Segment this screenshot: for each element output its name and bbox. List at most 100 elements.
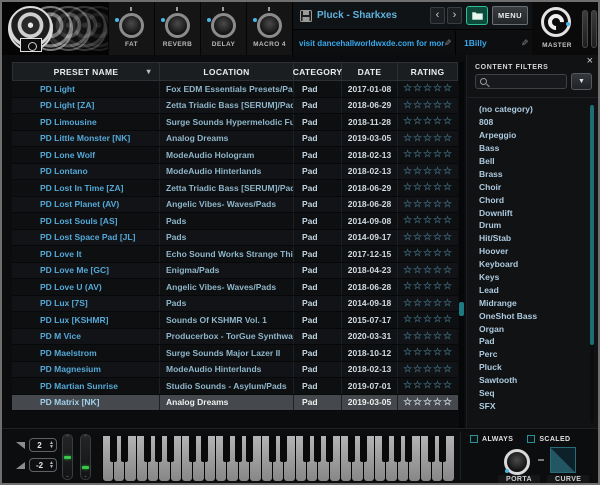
black-key[interactable]	[314, 436, 321, 462]
rating-stars[interactable]: ☆☆☆☆☆	[398, 345, 458, 361]
sidebar-scrollbar-thumb[interactable]	[590, 105, 594, 345]
black-key[interactable]	[394, 436, 401, 462]
table-row[interactable]: PD Little Monster [NK]Analog DreamsPad20…	[12, 131, 458, 148]
bend-up-range-stepper[interactable]: 2 ▲ ▼	[29, 438, 57, 452]
category-filter-item[interactable]: Chord	[467, 193, 588, 206]
scaled-checkbox[interactable]: SCALED	[527, 435, 570, 443]
category-filter-item[interactable]: Perc	[467, 348, 588, 361]
macro-knob-reverb[interactable]: REVERB	[154, 2, 200, 55]
preset-comment-field[interactable]: visit dancehallworldwxde.com for more! ✎	[293, 31, 456, 55]
table-row[interactable]: PD Love U (AV)Angelic Vibes- Waves/PadsP…	[12, 279, 458, 296]
rating-stars[interactable]: ☆☆☆☆☆	[398, 246, 458, 262]
category-filter-item[interactable]: Lead	[467, 283, 588, 296]
master-volume-knob[interactable]	[541, 7, 571, 37]
knob-dial[interactable]	[119, 13, 144, 38]
rating-stars[interactable]: ☆☆☆☆☆	[398, 114, 458, 130]
curve-display[interactable]	[550, 447, 576, 473]
rating-stars[interactable]: ☆☆☆☆☆	[398, 312, 458, 328]
current-preset-name[interactable]: Pluck - Sharkxes	[317, 10, 428, 21]
black-key[interactable]	[235, 436, 242, 462]
column-header-date[interactable]: DATE	[342, 63, 398, 80]
table-scrollbar-thumb[interactable]	[459, 302, 464, 316]
black-key[interactable]	[326, 436, 333, 462]
table-row[interactable]: PD Love ItEcho Sound Works Strange Thing…	[12, 246, 458, 263]
category-filter-item[interactable]: Downlift	[467, 206, 588, 219]
porta-knob[interactable]	[504, 449, 530, 475]
checkbox-icon[interactable]	[470, 435, 478, 443]
table-scrollbar[interactable]	[459, 62, 464, 430]
category-filter-item[interactable]: Hit/Stab	[467, 232, 588, 245]
rating-stars[interactable]: ☆☆☆☆☆	[398, 263, 458, 279]
table-row[interactable]: PD M ViceProducerbox - TorGue SynthwaveP…	[12, 329, 458, 346]
table-row[interactable]: PD MaelstromSurge Sounds Major Lazer IIP…	[12, 345, 458, 362]
column-header-preset-name[interactable]: PRESET NAME ▾	[12, 63, 160, 80]
black-key[interactable]	[246, 436, 253, 462]
category-filter-item[interactable]: Midrange	[467, 296, 588, 309]
table-row[interactable]: PD Lost In Time [ZA]Zetta Triadic Bass […	[12, 180, 458, 197]
category-filter-item[interactable]: Bell	[467, 155, 588, 168]
category-filter-item[interactable]: OneShot Bass	[467, 309, 588, 322]
black-key[interactable]	[110, 436, 117, 462]
table-row[interactable]: PD LimousineSurge Sounds Hypermelodic Fu…	[12, 114, 458, 131]
rating-stars[interactable]: ☆☆☆☆☆	[398, 98, 458, 114]
knob-dial[interactable]	[257, 13, 282, 38]
category-filter-item[interactable]: 808	[467, 116, 588, 129]
category-filter-item[interactable]: SFX	[467, 399, 588, 412]
pitch-wheel[interactable]: ⌃ ⌄	[62, 434, 73, 480]
category-filter-item[interactable]: Brass	[467, 167, 588, 180]
category-filter-item[interactable]: Drum	[467, 219, 588, 232]
category-filter-item[interactable]: Pluck	[467, 361, 588, 374]
black-key[interactable]	[280, 436, 287, 462]
category-filter-item[interactable]: Keyboard	[467, 258, 588, 271]
rating-stars[interactable]: ☆☆☆☆☆	[398, 81, 458, 97]
category-filter-item[interactable]: Pad	[467, 335, 588, 348]
table-row[interactable]: PD Martian SunriseStudio Sounds - Asylum…	[12, 378, 458, 395]
filter-dropdown-button[interactable]: ▼	[571, 73, 592, 90]
black-key[interactable]	[144, 436, 151, 462]
black-key[interactable]	[189, 436, 196, 462]
category-filter-item[interactable]: Keys	[467, 271, 588, 284]
piano-keyboard[interactable]	[102, 436, 454, 481]
black-key[interactable]	[167, 436, 174, 462]
rating-stars[interactable]: ☆☆☆☆☆	[398, 378, 458, 394]
rating-stars[interactable]: ☆☆☆☆☆	[398, 213, 458, 229]
rating-stars[interactable]: ☆☆☆☆☆	[398, 362, 458, 378]
category-filter-item[interactable]: Seq	[467, 387, 588, 400]
category-filter-item[interactable]: (no category)	[467, 103, 588, 116]
always-checkbox[interactable]: ALWAYS	[470, 435, 513, 443]
rating-stars[interactable]: ☆☆☆☆☆	[398, 147, 458, 163]
black-key[interactable]	[303, 436, 310, 462]
rating-stars[interactable]: ☆☆☆☆☆	[398, 230, 458, 246]
category-filter-item[interactable]: Organ	[467, 322, 588, 335]
rating-stars[interactable]: ☆☆☆☆☆	[398, 131, 458, 147]
table-row[interactable]: PD MagnesiumModeAudio HinterlandsPad2018…	[12, 362, 458, 379]
table-row[interactable]: PD Light [ZA]Zetta Triadic Bass [SERUM]/…	[12, 98, 458, 115]
table-row[interactable]: PD Lost Souls [AS]PadsPad2014-09-08☆☆☆☆☆	[12, 213, 458, 230]
table-row[interactable]: PD Lost Space Pad [JL]PadsPad2014-09-17☆…	[12, 230, 458, 247]
category-filter-item[interactable]: Bass	[467, 142, 588, 155]
close-icon[interactable]: ×	[587, 56, 593, 66]
table-row[interactable]: PD Lux [7S]PadsPad2014-09-18☆☆☆☆☆	[12, 296, 458, 313]
next-preset-button[interactable]: ›	[447, 7, 462, 24]
filter-search-input[interactable]	[490, 77, 560, 86]
black-key[interactable]	[269, 436, 276, 462]
checkbox-icon[interactable]	[527, 435, 535, 443]
knob-dial[interactable]	[211, 13, 236, 38]
sidebar-scrollbar[interactable]	[590, 103, 594, 423]
save-icon[interactable]	[300, 10, 312, 22]
black-key[interactable]	[155, 436, 162, 462]
macro-knob-macro4[interactable]: MACRO 4	[246, 2, 292, 55]
preset-author-field[interactable]: 1Billy ✎	[456, 31, 532, 55]
table-row[interactable]: PD Lone WolfModeAudio HologramPad2018-02…	[12, 147, 458, 164]
rating-stars[interactable]: ☆☆☆☆☆	[398, 197, 458, 213]
column-header-category[interactable]: CATEGORY	[294, 63, 342, 80]
column-header-location[interactable]: LOCATION	[160, 63, 294, 80]
stepper-down-icon[interactable]: ▼	[49, 445, 54, 449]
rating-stars[interactable]: ☆☆☆☆☆	[398, 180, 458, 196]
category-filter-item[interactable]: Hoover	[467, 245, 588, 258]
filter-search-box[interactable]	[475, 74, 567, 89]
category-filter-item[interactable]: Arpeggio	[467, 129, 588, 142]
edit-author-icon[interactable]: ✎	[521, 38, 529, 49]
stepper-arrows[interactable]: ▲ ▼	[49, 441, 54, 449]
table-row[interactable]: PD Lux [KSHMR]Sounds Of KSHMR Vol. 1Pad2…	[12, 312, 458, 329]
